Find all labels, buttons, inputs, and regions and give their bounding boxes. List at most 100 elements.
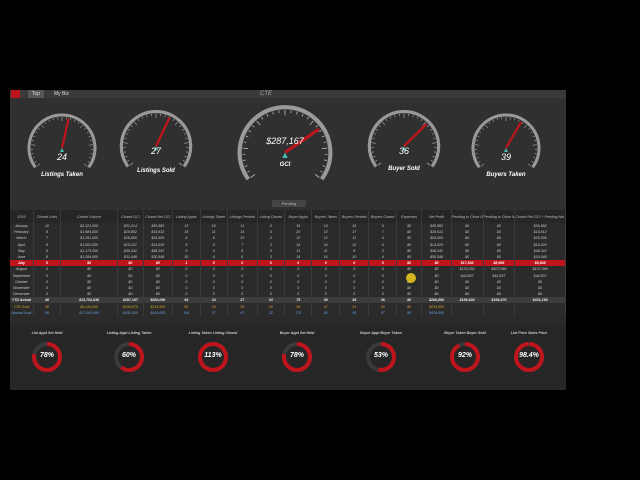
gauge-tick [141,116,144,119]
table-cell [514,309,566,316]
column-header: Buyers Taken [311,210,340,223]
gauge-tick [243,159,246,161]
column-header: Closed Net GCI [143,210,174,223]
kpi-label: Buyer Taken Buyer Sold [444,331,486,335]
gauge-tick [87,161,90,163]
gauge-tick [127,160,130,162]
gauge-tick [412,114,414,118]
column-header: Pending to Close GCI [451,210,484,223]
gauge-tick [261,116,264,120]
table-cell: $0 [396,309,423,316]
gauge-needle [505,121,523,149]
gauge-tick [130,125,133,127]
kpi-listing-taken-closed: Listing Taken Listing Closed 113% [178,326,248,386]
tab-my-biz[interactable]: My Biz [50,90,73,98]
gauge-tick [245,135,249,138]
kpi-list-appt-held: List Appt Set Held 78% [12,326,82,386]
gauge-label: Buyers Taken [486,172,526,178]
gauge-tick [426,162,431,166]
column-header: Listings Pended [227,210,258,223]
gauge-tick [296,111,298,115]
table-header: 2019 Closed Units Closed Volume Closed G… [10,210,566,223]
column-header: Listings Taken [200,210,229,223]
gauge-value: 24 [56,152,67,162]
gauge-needle [154,117,171,147]
kpi-value: 53% [373,352,388,359]
gauge-tick [247,170,250,173]
gauge-tick [324,159,327,161]
gauge-arc [119,109,193,168]
table-cell: 58 [339,309,370,316]
gauge-tick [373,133,377,135]
kpi-label: Buyer Appt Set Held [279,331,315,335]
dashboard-window: Top My Biz CTE 24 Listings Taken 27 List… [10,90,566,390]
gauge-tick [373,155,376,158]
table-body: January 10 $3,121,000 $31,214 $30,982 13 10 11 4… [10,223,566,316]
gauge-tick [481,128,484,130]
gauge-needle [403,123,428,148]
table-row[interactable]: Annual Goal 69 $17,000,000 $432,000 $416,000… [10,309,566,316]
gauge-tick [477,135,480,137]
gauge-label: Buyer Sold [388,166,420,172]
gauge-tick [37,128,40,130]
gauge-tick [488,122,491,124]
home-icon[interactable] [11,90,20,98]
gauge-tick [376,129,379,131]
gauge-tick [79,124,83,129]
tab-top[interactable]: Top [28,90,45,98]
kpi-value: 98.4% [519,352,539,359]
gauge-label: GCI [279,162,291,168]
gauge-tick [521,122,524,124]
kpi-label: Buyer Appt Buyer Taken [360,331,402,335]
gauge-tick [128,129,131,131]
table-cell: 37 [200,309,229,316]
gauge-tick [523,124,527,129]
gauge-tick [185,137,188,139]
gauge-tick [74,119,76,122]
gauge-tick [124,137,127,139]
column-header: Buyer Appts [284,210,313,223]
gauge-tick [70,118,72,121]
pending-badge[interactable]: Pending [272,200,306,207]
gauge-tick [34,161,37,163]
gauge-tick [35,131,38,134]
column-header: Closed Volume [60,210,119,223]
gauge-tick [322,165,326,167]
gauge-tick [528,128,531,130]
gauge-tick [86,131,89,134]
table-cell: 146 [172,309,201,316]
gauge-tick [272,111,274,115]
gauge-tick [433,137,436,139]
column-header: Closed Net GCI + Pending Net GCI [514,210,566,223]
gauge-tick [432,155,435,158]
month-cell: Annual Goal [10,309,34,316]
gauge-tick [514,118,516,121]
kpi-label: List Appt Set Held [31,331,63,335]
gauge-tick [478,161,481,163]
gauge-tick [321,135,325,138]
gauge-tick [532,135,535,137]
gauge-buyer-sold: 36 Buyer Sold [362,100,446,184]
gauge-tick [431,133,435,135]
gauge-tick [389,116,392,119]
gauge-tick [377,162,382,166]
gauge-tick [429,129,432,131]
mouse-cursor-highlight [406,273,416,283]
gauge-tick [385,118,388,121]
gauge-tick [183,133,187,135]
gauge-tick [427,125,430,127]
gauge-tick [250,174,256,178]
kpi-listing-appt-taken: Listing Appt Listing Taken 60% [94,326,164,386]
gauge-tick [125,133,129,135]
gauge-tick [182,160,185,162]
monthly-table: 2019 Closed Units Closed Volume Closed G… [10,210,566,322]
gauge-label: Listings Sold [137,168,175,174]
gauge-tick [41,124,45,129]
table-cell: $17,000,000 [60,309,119,316]
table-cell [451,309,484,316]
kpi-value: 60% [121,352,136,359]
gauge-tick [314,174,320,178]
gauge-value: $287,167 [266,136,304,146]
gauge-tick [36,163,41,167]
gauge-tick [178,162,183,166]
